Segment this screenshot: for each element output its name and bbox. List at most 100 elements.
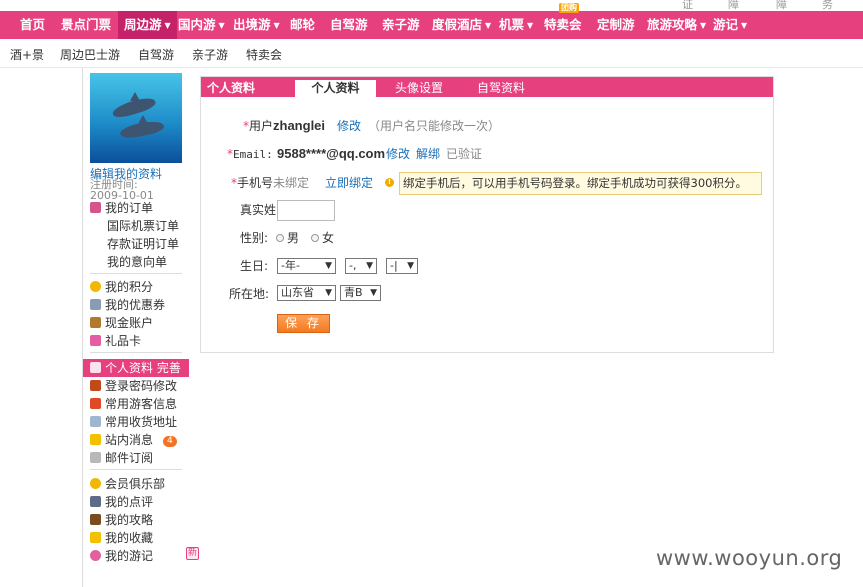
sidebar-item-guides[interactable]: 我的攻略 xyxy=(90,511,153,529)
registration-date: 注册时间: 2009-10-01 xyxy=(90,178,154,202)
chevron-down-icon: ▼ xyxy=(325,288,332,298)
subnav-selfdrive[interactable]: 自驾游 xyxy=(138,46,174,63)
nav-flash-sale[interactable]: 团购 特卖会 xyxy=(544,3,582,39)
nav-nearby[interactable]: 周边游 ▼ xyxy=(118,11,177,39)
phone-bind-tip: 绑定手机后，可以用手机号码登录。绑定手机成功可获得300积分。 xyxy=(399,172,762,195)
birthday-label: 生日: xyxy=(240,259,269,273)
nav-guides[interactable]: 旅游攻略 ▼ xyxy=(647,11,706,39)
city-select[interactable]: 青B ▼ xyxy=(340,285,381,301)
sidebar-item-reviews[interactable]: 我的点评 xyxy=(90,493,153,511)
nav-outbound[interactable]: 出境游 ▼ xyxy=(233,11,280,39)
panel-header: 个人资料 个人资料 头像设置 自驾资料 xyxy=(201,77,773,97)
sidebar-item-coupons[interactable]: 我的优惠券 xyxy=(90,296,165,314)
nav-home[interactable]: 首页 xyxy=(20,11,45,39)
realname-input[interactable] xyxy=(277,200,335,221)
panel-title: 个人资料 xyxy=(207,81,256,95)
chevron-down-icon: ▼ xyxy=(164,21,171,30)
cash-icon xyxy=(90,317,101,328)
sidebar-item-deposit-orders[interactable]: 存款证明订单 xyxy=(107,235,179,253)
nav-cruise[interactable]: 邮轮 xyxy=(290,11,315,39)
sidebar-item-messages[interactable]: 站内消息 4 xyxy=(90,431,177,449)
nav-custom[interactable]: 定制游 xyxy=(597,11,635,39)
chevron-down-icon: ▼ xyxy=(407,261,414,271)
guide-icon xyxy=(90,514,101,525)
nav-domestic[interactable]: 国内游 ▼ xyxy=(178,11,225,39)
province-select[interactable]: 山东省 ▼ xyxy=(277,285,336,301)
username-edit-link[interactable]: 修改 xyxy=(337,116,361,136)
tab-profile[interactable]: 个人资料 xyxy=(295,80,376,97)
email-row: *Email: xyxy=(227,144,273,164)
phone-label: 手机号 xyxy=(237,176,274,190)
gender-female-option[interactable]: 女 xyxy=(311,228,334,248)
main-nav: 首页 景点门票 周边游 ▼ 国内游 ▼ 出境游 ▼ 邮轮 自驾游 亲子游 度假酒店 ▼ … xyxy=(0,3,863,39)
sidebar-item-password[interactable]: 登录密码修改 xyxy=(90,377,177,395)
birthday-year-select[interactable]: -年- ▼ xyxy=(277,258,336,274)
sidebar-item-profile[interactable]: 个人资料 完善 xyxy=(83,359,189,377)
email-verified-status: 已验证 xyxy=(446,147,483,161)
nav-tickets[interactable]: 景点门票 xyxy=(61,11,111,39)
avatar[interactable] xyxy=(90,73,182,163)
sidebar-item-points[interactable]: 我的积分 xyxy=(90,278,153,296)
password-icon xyxy=(90,380,101,391)
review-icon xyxy=(90,496,101,507)
sidebar-item-intl-flight-orders[interactable]: 国际机票订单 xyxy=(107,217,179,235)
email-edit-link[interactable]: 修改 xyxy=(386,144,410,164)
sidebar-item-wishlist[interactable]: 我的意向单 xyxy=(107,253,167,271)
new-badge: 新 xyxy=(186,547,200,560)
nav-travelnotes[interactable]: 游记 ▼ xyxy=(713,11,747,39)
chevron-down-icon: ▼ xyxy=(273,21,280,30)
sidebar-item-cash[interactable]: 现金账户 xyxy=(90,314,153,332)
nav-selfdrive[interactable]: 自驾游 xyxy=(330,11,368,39)
radio-icon[interactable] xyxy=(311,234,319,242)
mail-icon xyxy=(90,452,101,463)
username-note: （用户名只能修改一次） xyxy=(368,119,501,133)
chevron-down-icon: ▼ xyxy=(325,261,332,271)
traveler-icon xyxy=(90,398,101,409)
nav-family[interactable]: 亲子游 xyxy=(382,11,420,39)
club-icon xyxy=(90,478,101,489)
order-icon xyxy=(90,202,101,213)
nav-hotel[interactable]: 度假酒店 ▼ xyxy=(432,11,491,39)
sidebar-item-giftcard[interactable]: 礼品卡 xyxy=(90,332,141,350)
unread-count-badge: 4 xyxy=(163,436,177,447)
divider xyxy=(90,352,182,353)
birthday-day-select[interactable]: -| ▼ xyxy=(386,258,418,274)
username-label: 用户 xyxy=(249,119,274,133)
gender-male-option[interactable]: 男 xyxy=(276,228,299,248)
subnav-hotel-scenic[interactable]: 酒+景 xyxy=(10,46,44,63)
sidebar-item-club[interactable]: 会员俱乐部 xyxy=(90,475,165,493)
sidebar-item-address[interactable]: 常用收货地址 xyxy=(90,413,177,431)
watermark: www.wooyun.org xyxy=(656,546,843,570)
gender-label: 性别: xyxy=(240,231,269,245)
sidebar-item-travelers[interactable]: 常用游客信息 xyxy=(90,395,177,413)
birthday-month-select[interactable]: -, ▼ xyxy=(345,258,377,274)
message-icon xyxy=(90,434,101,445)
sidebar-item-travelnotes[interactable]: 我的游记新 xyxy=(90,547,200,565)
divider xyxy=(90,273,182,274)
coupon-icon xyxy=(90,299,101,310)
nav-flights[interactable]: 机票 ▼ xyxy=(499,11,533,39)
email-unbind-link[interactable]: 解绑 xyxy=(416,144,440,164)
phone-status: 未绑定 xyxy=(273,176,310,190)
radio-icon[interactable] xyxy=(276,234,284,242)
tab-selfdrive[interactable]: 自驾资料 xyxy=(466,80,536,97)
subnav-sale[interactable]: 特卖会 xyxy=(246,46,282,63)
travelnote-icon xyxy=(90,550,101,561)
username-value: zhanglei xyxy=(273,118,326,133)
phone-bind-link[interactable]: 立即绑定 xyxy=(325,173,373,193)
location-label: 所在地: xyxy=(229,287,270,301)
save-button[interactable]: 保 存 xyxy=(277,314,330,333)
sidebar-item-orders[interactable]: 我的订单 xyxy=(90,199,153,217)
sub-nav: 酒+景 周边巴士游 自驾游 亲子游 特卖会 xyxy=(0,39,863,68)
subnav-family[interactable]: 亲子游 xyxy=(192,46,228,63)
giftcard-icon xyxy=(90,335,101,346)
subnav-bus[interactable]: 周边巴士游 xyxy=(60,46,120,63)
points-icon xyxy=(90,281,101,292)
username-row: *用户zhanglei xyxy=(243,116,325,136)
chevron-down-icon: ▼ xyxy=(700,21,707,30)
sidebar-item-mail[interactable]: 邮件订阅 xyxy=(90,449,153,467)
sidebar: 编辑我的资料 注册时间: 2009-10-01 我的订单 国际机票订单 存款证明… xyxy=(82,68,200,587)
profile-icon xyxy=(90,362,101,373)
sidebar-item-favorites[interactable]: 我的收藏 xyxy=(90,529,153,547)
tab-avatar[interactable]: 头像设置 xyxy=(386,80,452,97)
